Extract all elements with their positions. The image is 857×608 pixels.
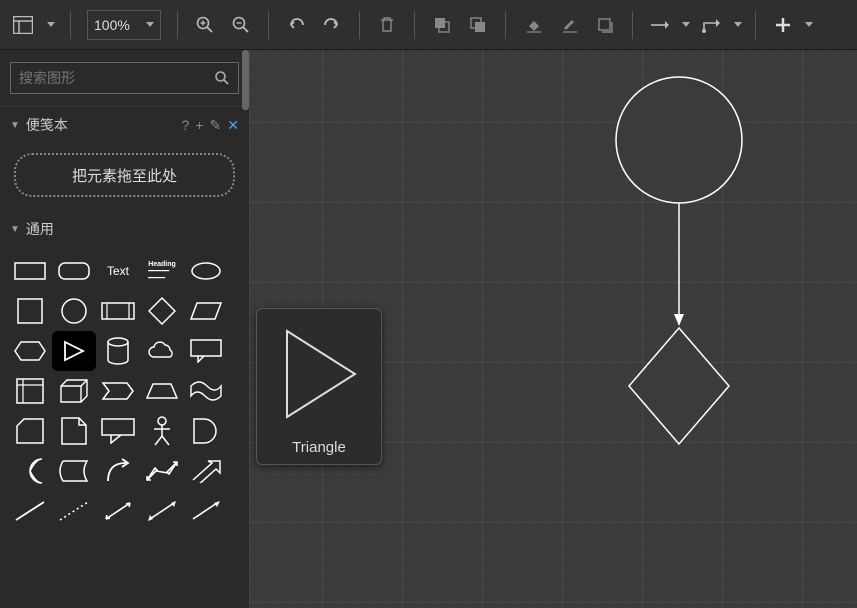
- shape-biarrow-thin[interactable]: [96, 491, 140, 531]
- search-input[interactable]: [19, 70, 214, 86]
- zoom-value: 100%: [94, 17, 130, 33]
- scratchpad-dropzone[interactable]: 把元素拖至此处: [14, 153, 235, 197]
- shape-circle[interactable]: [52, 291, 96, 331]
- search-box[interactable]: [10, 62, 239, 94]
- shape-and[interactable]: [184, 411, 228, 451]
- delete-button[interactable]: [370, 8, 404, 42]
- shape-preview-tooltip: Triangle: [256, 308, 382, 465]
- shape-internal-storage[interactable]: [8, 371, 52, 411]
- shape-text[interactable]: Text: [96, 251, 140, 291]
- canvas-arrowhead: [674, 314, 684, 326]
- sidebar: ▼ 便笺本 ? + ✎ ✕ 把元素拖至此处 ▼ 通用 Text Heading━…: [0, 50, 250, 608]
- canvas[interactable]: Triangle: [250, 50, 857, 608]
- connection-dropdown[interactable]: [679, 8, 693, 42]
- layout-dropdown[interactable]: [42, 8, 60, 42]
- shape-cube[interactable]: [52, 371, 96, 411]
- connection-style-button[interactable]: [643, 8, 677, 42]
- line-color-button[interactable]: [552, 8, 586, 42]
- shape-diamond[interactable]: [140, 291, 184, 331]
- scratchpad-close[interactable]: ✕: [227, 117, 239, 134]
- shape-cylinder[interactable]: [96, 331, 140, 371]
- insert-dropdown[interactable]: [802, 8, 816, 42]
- layout-panel-button[interactable]: [6, 8, 40, 42]
- zoom-select[interactable]: 100%: [87, 10, 161, 40]
- shape-heading[interactable]: Heading━━━━━━━━━: [140, 251, 184, 291]
- search-icon: [214, 70, 230, 86]
- sidebar-scrollbar[interactable]: [242, 50, 249, 110]
- triangle-preview-icon: [269, 319, 369, 429]
- shadow-button[interactable]: [588, 8, 622, 42]
- waypoint-dropdown[interactable]: [731, 8, 745, 42]
- scratchpad-edit[interactable]: ✎: [210, 117, 222, 134]
- top-toolbar: 100%: [0, 0, 857, 50]
- general-header[interactable]: ▼ 通用: [0, 211, 249, 247]
- scratchpad-help[interactable]: ?: [182, 117, 190, 133]
- shape-rect[interactable]: [8, 251, 52, 291]
- shape-preview-label: Triangle: [257, 429, 381, 464]
- fill-color-button[interactable]: [516, 8, 550, 42]
- shape-data-storage[interactable]: [52, 451, 96, 491]
- collapse-icon: ▼: [10, 120, 20, 131]
- shape-callout[interactable]: [96, 411, 140, 451]
- shape-curve-arrow[interactable]: [96, 451, 140, 491]
- shape-arrow-thick[interactable]: [184, 451, 228, 491]
- insert-button[interactable]: [766, 8, 800, 42]
- to-front-button[interactable]: [425, 8, 459, 42]
- redo-button[interactable]: [315, 8, 349, 42]
- shape-biarrow-line[interactable]: [140, 491, 184, 531]
- shape-cloud[interactable]: [140, 331, 184, 371]
- shape-tape[interactable]: [184, 371, 228, 411]
- waypoint-style-button[interactable]: [695, 8, 729, 42]
- shape-step[interactable]: [96, 371, 140, 411]
- shape-triangle[interactable]: [52, 331, 96, 371]
- shape-trapezoid[interactable]: [140, 371, 184, 411]
- shape-card[interactable]: [8, 411, 52, 451]
- shape-callout-rect[interactable]: [184, 331, 228, 371]
- shape-process[interactable]: [96, 291, 140, 331]
- shape-palette: Text Heading━━━━━━━━━: [0, 247, 249, 535]
- zoom-out-button[interactable]: [224, 8, 258, 42]
- canvas-diamond: [629, 328, 729, 444]
- to-back-button[interactable]: [461, 8, 495, 42]
- shape-hexagon[interactable]: [8, 331, 52, 371]
- collapse-icon: ▼: [10, 224, 20, 235]
- shape-biarrow-thick[interactable]: [140, 451, 184, 491]
- scratchpad-add[interactable]: +: [195, 117, 203, 133]
- shape-actor[interactable]: [140, 411, 184, 451]
- zoom-in-button[interactable]: [188, 8, 222, 42]
- scratchpad-hint: 把元素拖至此处: [72, 165, 177, 186]
- shape-line-solid[interactable]: [8, 491, 52, 531]
- shape-line-dotted[interactable]: [52, 491, 96, 531]
- shape-ellipse[interactable]: [184, 251, 228, 291]
- chevron-down-icon: [146, 22, 154, 27]
- general-title: 通用: [26, 219, 54, 239]
- undo-button[interactable]: [279, 8, 313, 42]
- shape-square[interactable]: [8, 291, 52, 331]
- scratchpad-title: 便笺本: [26, 115, 68, 135]
- shape-or[interactable]: [8, 451, 52, 491]
- shape-rounded-rect[interactable]: [52, 251, 96, 291]
- shape-arrow-line[interactable]: [184, 491, 228, 531]
- shape-note[interactable]: [52, 411, 96, 451]
- canvas-circle: [616, 77, 742, 203]
- shape-parallelogram[interactable]: [184, 291, 228, 331]
- scratchpad-header[interactable]: ▼ 便笺本 ? + ✎ ✕: [0, 107, 249, 143]
